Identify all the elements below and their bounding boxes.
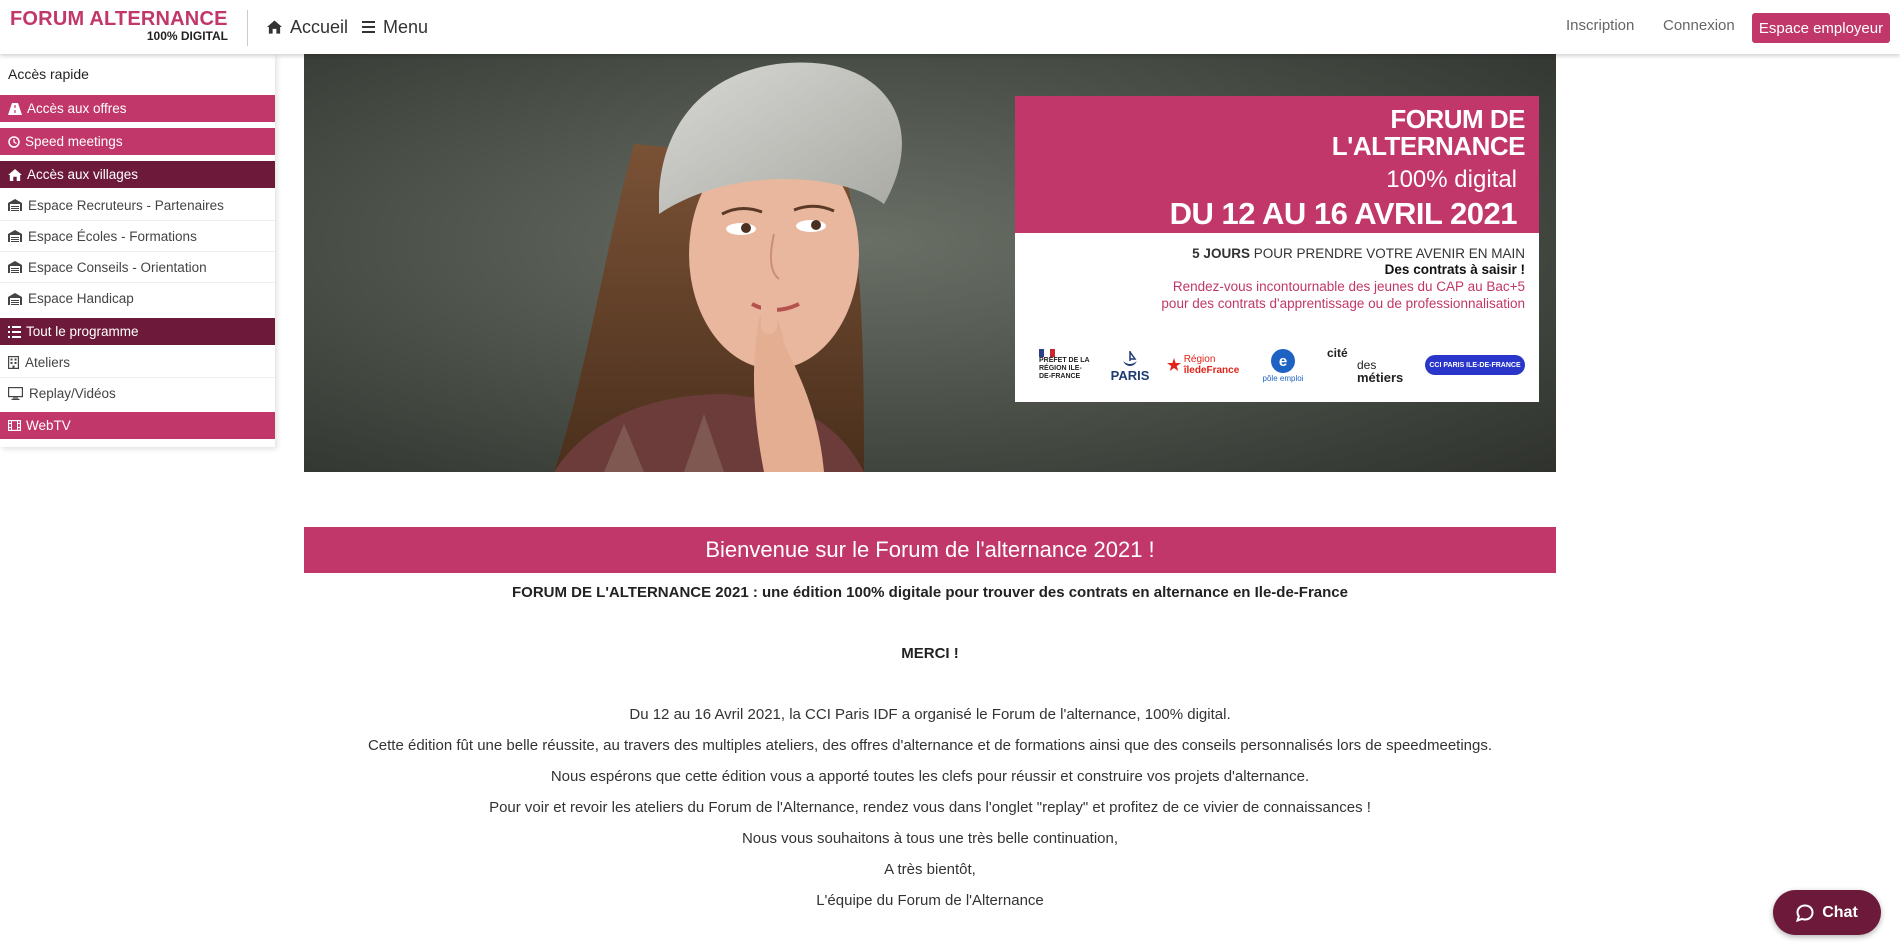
promo-card: FORUM DE L'ALTERNANCE 100% digital DU 12…	[1015, 96, 1539, 402]
paris-logo: PARIS	[1105, 343, 1155, 387]
road-icon	[8, 102, 22, 115]
site-logo[interactable]: FORUM ALTERNANCE 100% DIGITAL	[10, 8, 228, 46]
prefet-text: PRÉFET DE LA RÉGION ILE-DE-FRANCE	[1039, 357, 1090, 380]
partner-logos: PRÉFET DE LA RÉGION ILE-DE-FRANCE PARIS …	[1039, 343, 1525, 387]
sidebar-item-webtv[interactable]: WebTV	[0, 412, 275, 439]
chat-button[interactable]: Chat	[1773, 890, 1881, 935]
star-icon	[1166, 358, 1181, 371]
menu-icon	[362, 21, 375, 33]
pole-emploi-logo: e pôle emploi	[1255, 343, 1311, 387]
sidebar-item-programme[interactable]: Tout le programme	[0, 318, 275, 345]
home-icon	[267, 20, 282, 34]
flag-icon	[1039, 349, 1055, 357]
welcome-signature: L'équipe du Forum de l'Alternance	[816, 892, 1044, 909]
welcome-banner: Bienvenue sur le Forum de l'alternance 2…	[304, 527, 1556, 573]
merci-heading: MERCI !	[901, 645, 959, 662]
cite-text-c: métiers	[1357, 369, 1404, 385]
cite-metiers-logo: cité des métiers	[1327, 343, 1411, 387]
sidebar-item-label: Accès aux villages	[27, 167, 139, 182]
cci-text: CCI PARIS ILE-DE-FRANCE	[1425, 355, 1525, 375]
chat-label: Chat	[1822, 903, 1858, 921]
logo-title: FORUM ALTERNANCE	[10, 8, 228, 30]
warehouse-icon	[8, 230, 22, 242]
sidebar-item-conseils[interactable]: Espace Conseils - Orientation	[0, 252, 275, 283]
list-icon	[8, 325, 21, 338]
paris-text: PARIS	[1110, 367, 1150, 383]
employer-space-button[interactable]: Espace employeur	[1752, 13, 1890, 43]
sidebar-item-ateliers[interactable]: Ateliers	[0, 347, 275, 378]
sidebar-item-offres[interactable]: Accès aux offres	[0, 95, 275, 122]
prefet-logo: PRÉFET DE LA RÉGION ILE-DE-FRANCE	[1039, 343, 1095, 387]
film-icon	[8, 420, 21, 431]
hero-banner: FORUM DE L'ALTERNANCE 100% digital DU 12…	[304, 54, 1556, 472]
pole-emploi-text: pôle emploi	[1262, 373, 1304, 383]
sidebar-item-label: Espace Handicap	[28, 291, 134, 306]
sidebar-item-replay[interactable]: Replay/Vidéos	[0, 378, 275, 409]
top-navbar: FORUM ALTERNANCE 100% DIGITAL Accueil Me…	[0, 0, 1900, 54]
sidebar-item-recruteurs[interactable]: Espace Recruteurs - Partenaires	[0, 190, 275, 221]
promo-title: FORUM DE L'ALTERNANCE	[1331, 104, 1526, 161]
svg-text:e: e	[1279, 353, 1287, 370]
sidebar-item-label: Espace Recruteurs - Partenaires	[28, 197, 224, 213]
sidebar-item-label: Speed meetings	[25, 134, 123, 149]
menu-label: Menu	[383, 16, 429, 37]
welcome-paragraph: Du 12 au 16 Avril 2021, la CCI Paris IDF…	[629, 706, 1231, 723]
paris-ship-icon	[1123, 350, 1137, 366]
region-text-b: îledeFrance	[1183, 365, 1240, 376]
welcome-subtitle: FORUM DE L'ALTERNANCE 2021 : une édition…	[512, 584, 1348, 601]
promo-digital: 100% digital	[1386, 166, 1517, 193]
sidebar-item-label: Tout le programme	[26, 324, 139, 339]
quick-access-sidebar: Accès rapide Accès aux offres Speed meet…	[0, 54, 275, 447]
welcome-paragraph: Nous vous souhaitons à tous une très bel…	[741, 830, 1119, 847]
welcome-paragraph: Nous espérons que cette édition vous a a…	[550, 768, 1310, 785]
promo-dates: DU 12 AU 16 AVRIL 2021	[1169, 196, 1518, 231]
login-link[interactable]: Connexion	[1663, 17, 1735, 34]
home-label: Accueil	[290, 16, 349, 37]
monitor-icon	[8, 387, 23, 400]
home-link[interactable]: Accueil	[267, 14, 348, 40]
sidebar-item-label: Espace Conseils - Orientation	[28, 259, 207, 275]
building-icon	[8, 355, 19, 369]
sidebar-item-label: Ateliers	[25, 354, 71, 370]
sidebar-item-label: Replay/Vidéos	[29, 386, 116, 401]
warehouse-icon	[8, 199, 22, 211]
sidebar-item-villages[interactable]: Accès aux villages	[0, 161, 275, 188]
promo-line-3: Rendez-vous incontournable des jeunes du…	[1172, 279, 1525, 294]
region-text-a: Région	[1183, 354, 1216, 365]
sidebar-heading: Accès rapide	[8, 66, 89, 82]
home-icon	[8, 168, 22, 181]
promo-title-line2: L'ALTERNANCE	[1331, 131, 1526, 161]
sidebar-item-label: Espace Écoles - Formations	[28, 228, 197, 244]
cci-logo: CCI PARIS ILE-DE-FRANCE	[1425, 343, 1525, 387]
region-logo: Région îledeFrance	[1163, 343, 1243, 387]
promo-header: FORUM DE L'ALTERNANCE 100% digital DU 12…	[1015, 96, 1539, 233]
cite-text-b: des	[1357, 357, 1377, 372]
sidebar-item-handicap[interactable]: Espace Handicap	[0, 283, 275, 314]
promo-line-1-bold: 5 JOURS	[1192, 246, 1250, 261]
promo-line-1: 5 JOURS POUR PRENDRE VOTRE AVENIR EN MAI…	[1192, 246, 1525, 261]
welcome-paragraph: A très bientôt,	[884, 861, 976, 878]
pole-emploi-icon: e	[1271, 348, 1295, 373]
welcome-paragraph: Pour voir et revoir les ateliers du Foru…	[489, 799, 1371, 816]
warehouse-icon	[8, 292, 22, 305]
promo-line-1-rest: POUR PRENDRE VOTRE AVENIR EN MAIN	[1249, 246, 1525, 261]
chat-bubble-icon	[1796, 903, 1814, 922]
menu-button[interactable]: Menu	[362, 14, 428, 40]
warehouse-icon	[8, 261, 22, 273]
promo-title-line1: FORUM DE	[1390, 104, 1525, 134]
clock-icon	[8, 135, 20, 148]
signup-link[interactable]: Inscription	[1566, 17, 1634, 34]
nav-divider	[247, 10, 248, 46]
promo-line-2: Des contrats à saisir !	[1384, 262, 1525, 277]
cite-text-a: cité	[1327, 345, 1348, 360]
logo-subtitle: 100% DIGITAL	[146, 29, 228, 43]
sidebar-item-speed-meetings[interactable]: Speed meetings	[0, 128, 275, 155]
sidebar-item-ecoles[interactable]: Espace Écoles - Formations	[0, 221, 275, 252]
welcome-paragraph: Cette édition fût une belle réussite, au…	[367, 737, 1493, 754]
sidebar-item-label: WebTV	[26, 418, 71, 433]
promo-line-4: pour des contrats d'apprentissage ou de …	[1161, 296, 1525, 311]
sidebar-item-label: Accès aux offres	[27, 101, 127, 116]
